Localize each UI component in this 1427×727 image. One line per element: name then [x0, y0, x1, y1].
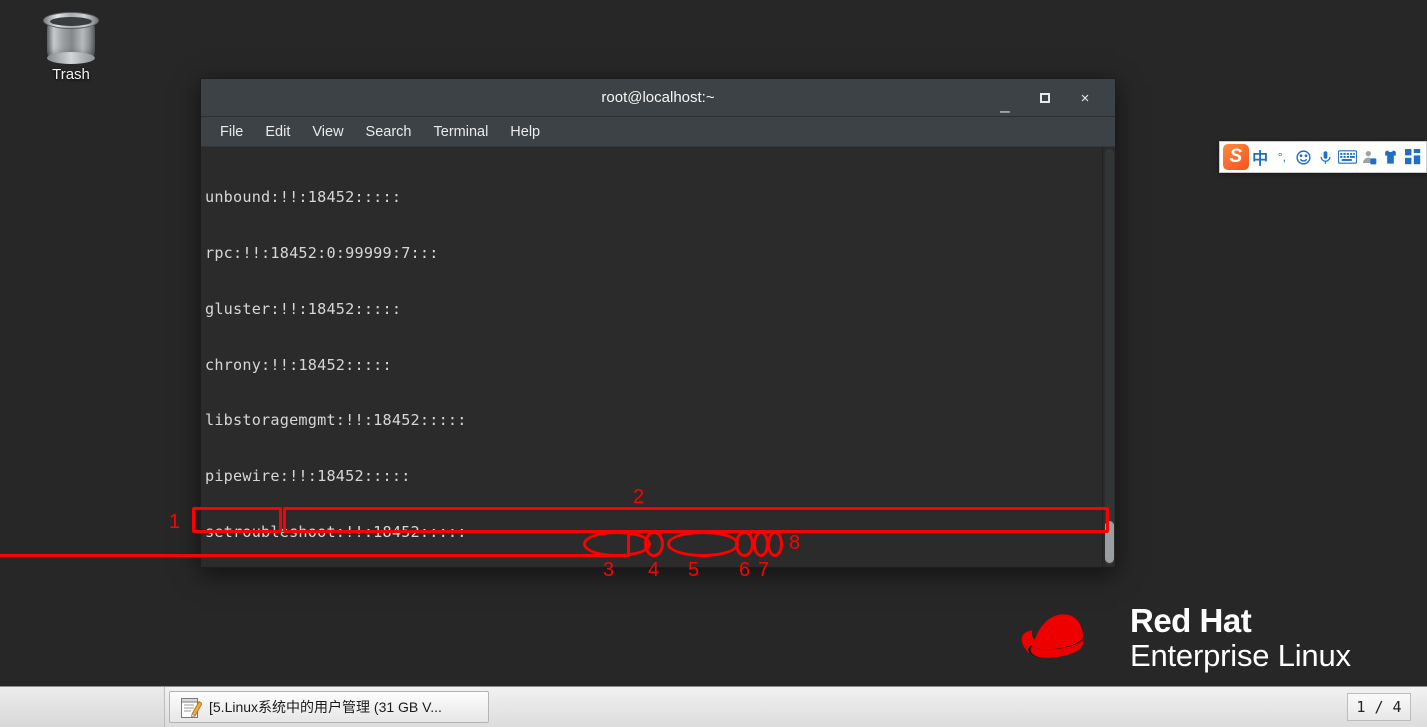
redhat-branding: Red Hat Enterprise Linux: [1020, 604, 1351, 671]
terminal-text: unbound:!!:18452::::: rpc:!!:18452:0:999…: [201, 147, 1102, 567]
sogou-logo-icon[interactable]: S: [1223, 144, 1249, 170]
menu-view[interactable]: View: [303, 121, 352, 143]
terminal-output-area[interactable]: unbound:!!:18452::::: rpc:!!:18452:0:999…: [201, 147, 1115, 567]
minimize-button[interactable]: _: [995, 95, 1015, 112]
menu-file[interactable]: File: [211, 121, 252, 143]
keyboard-icon[interactable]: [1337, 144, 1358, 170]
page-indicator[interactable]: 1 / 4: [1347, 693, 1411, 721]
taskbar-launcher-area: [0, 687, 165, 727]
terminal-line: libstoragemgmt:!!:18452:::::: [205, 411, 467, 430]
menu-terminal[interactable]: Terminal: [425, 121, 498, 143]
chinese-mode-icon[interactable]: 中: [1250, 144, 1271, 170]
microphone-icon[interactable]: [1315, 144, 1336, 170]
user-account-icon[interactable]: [1359, 144, 1380, 170]
desktop: Trash root@localhost:~ _ × File Edit Vie…: [0, 0, 1427, 727]
input-method-toolbar[interactable]: S 中 °,: [1219, 141, 1427, 173]
menu-help[interactable]: Help: [501, 121, 549, 143]
skin-icon[interactable]: [1380, 144, 1401, 170]
terminal-window[interactable]: root@localhost:~ _ × File Edit View Sear…: [200, 78, 1116, 568]
terminal-line: rpc:!!:18452:0:99999:7:::: [205, 243, 439, 262]
terminal-line: chrony:!!:18452:::::: [205, 355, 392, 374]
terminal-line: gluster:!!:18452:::::: [205, 299, 402, 318]
maximize-icon: [1040, 92, 1050, 103]
terminal-titlebar[interactable]: root@localhost:~ _ ×: [201, 79, 1115, 117]
terminal-scrollbar[interactable]: [1102, 147, 1115, 567]
menu-search[interactable]: Search: [357, 121, 421, 143]
taskbar[interactable]: [5.Linux系统中的用户管理 (31 GB V... 1 / 4: [0, 686, 1427, 727]
app-grid-icon[interactable]: [1402, 144, 1423, 170]
scrollbar-thumb[interactable]: [1105, 521, 1114, 563]
trash-icon: [43, 12, 99, 64]
taskbar-window-label: [5.Linux系统中的用户管理 (31 GB V...: [209, 699, 442, 715]
terminal-line: unbound:!!:18452:::::: [205, 188, 402, 207]
redhat-logo-icon: [1021, 613, 1084, 658]
menu-edit[interactable]: Edit: [256, 121, 299, 143]
taskbar-window-button[interactable]: [5.Linux系统中的用户管理 (31 GB V...: [169, 691, 489, 723]
terminal-line: pipewire:!!:18452:::::: [205, 467, 411, 486]
punctuation-icon[interactable]: °,: [1272, 144, 1293, 170]
terminal-menubar[interactable]: File Edit View Search Terminal Help: [201, 117, 1115, 147]
scrollbar-track[interactable]: [1105, 149, 1114, 565]
emoji-icon[interactable]: [1293, 144, 1314, 170]
note-edit-icon: [180, 696, 203, 719]
brand-line-1: Red Hat: [1130, 602, 1252, 639]
desktop-icon-trash[interactable]: Trash: [28, 8, 114, 83]
brand-line-2: Enterprise Linux: [1130, 638, 1351, 673]
window-title: root@localhost:~: [601, 89, 715, 106]
annotation-marker-1: 1: [169, 511, 181, 533]
close-button[interactable]: ×: [1075, 91, 1095, 106]
trash-label: Trash: [52, 66, 90, 83]
terminal-line: setroubleshoot:!!:18452:::::: [205, 522, 467, 541]
maximize-button[interactable]: [1035, 91, 1055, 106]
